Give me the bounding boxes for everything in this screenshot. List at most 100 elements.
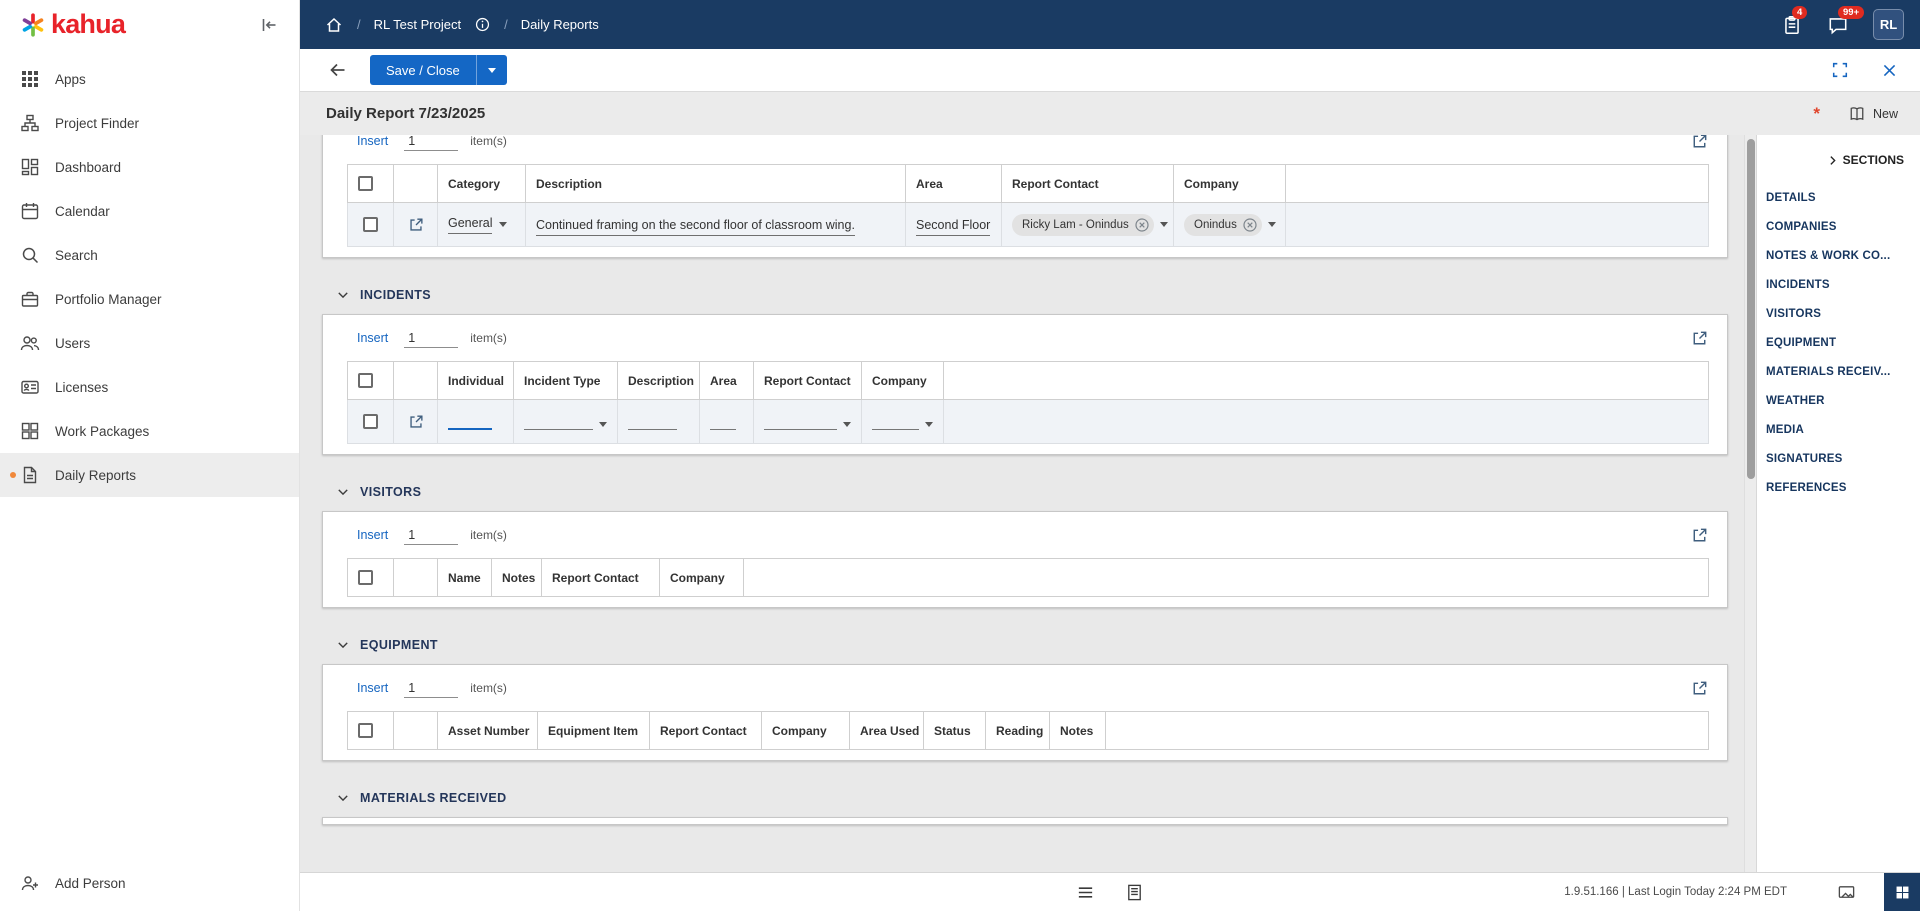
chevron-down-icon[interactable] <box>1268 222 1276 227</box>
messages-button[interactable]: 99+ <box>1827 14 1849 36</box>
close-record-button[interactable] <box>1879 60 1900 81</box>
chevron-down-icon <box>336 288 350 302</box>
project-info-button[interactable] <box>474 16 491 33</box>
incidents-open-grid-button[interactable] <box>1688 327 1711 350</box>
row-checkbox[interactable] <box>363 414 378 429</box>
save-options-dropdown[interactable] <box>477 55 507 85</box>
tasks-button[interactable]: 4 <box>1781 14 1803 36</box>
sections-panel-toggle[interactable]: SECTIONS <box>1766 147 1910 183</box>
section-header-incidents[interactable]: INCIDENTS <box>336 288 1744 302</box>
section-link-materials-received[interactable]: MATERIALS RECEIV... <box>1766 357 1910 386</box>
visitors-insert-link[interactable]: Insert <box>357 528 388 542</box>
new-record-button[interactable]: New <box>1848 105 1898 123</box>
breadcrumb-project[interactable]: RL Test Project <box>374 17 461 32</box>
sidebar-item-daily-reports[interactable]: Daily Reports <box>0 453 299 497</box>
new-record-icon <box>1848 105 1866 123</box>
breadcrumb-section[interactable]: Daily Reports <box>521 17 599 32</box>
description-field[interactable] <box>628 414 677 430</box>
section-link-signatures[interactable]: SIGNATURES <box>1766 444 1910 473</box>
sidebar-item-licenses[interactable]: Licenses <box>0 365 299 409</box>
detail-view-button[interactable] <box>1123 881 1146 904</box>
equipment-insert-count-input[interactable] <box>404 679 458 698</box>
sidebar-item-users[interactable]: Users <box>0 321 299 365</box>
equipment-header-row: Asset Number Equipment Item Report Conta… <box>348 712 1709 750</box>
notes-insert-link[interactable]: Insert <box>357 135 388 148</box>
sidebar-item-project-finder[interactable]: Project Finder <box>0 101 299 145</box>
select-all-checkbox[interactable] <box>358 176 373 191</box>
expand-fullscreen-button[interactable] <box>1829 59 1851 81</box>
report-contact-chip[interactable]: Ricky Lam - Onindus <box>1012 214 1154 236</box>
chip-remove-icon[interactable] <box>1243 218 1257 232</box>
add-person-button[interactable]: Add Person <box>0 861 299 905</box>
visitors-open-grid-button[interactable] <box>1688 524 1711 547</box>
column-header-category: Category <box>438 165 526 203</box>
visitors-insert-count-input[interactable] <box>404 526 458 545</box>
report-contact-field[interactable] <box>764 414 837 430</box>
sidebar-item-work-packages[interactable]: Work Packages <box>0 409 299 453</box>
area-field[interactable] <box>710 414 736 430</box>
notes-open-grid-button[interactable] <box>1688 135 1711 153</box>
description-field[interactable]: Continued framing on the second floor of… <box>536 218 855 236</box>
section-link-incidents[interactable]: INCIDENTS <box>1766 270 1910 299</box>
save-close-button[interactable]: Save / Close <box>370 55 507 85</box>
vertical-scrollbar[interactable] <box>1744 135 1756 872</box>
user-avatar[interactable]: RL <box>1873 9 1904 40</box>
windows-logo-icon <box>1894 884 1911 901</box>
screenshot-button[interactable] <box>1837 883 1856 902</box>
sidebar-item-dashboard[interactable]: Dashboard <box>0 145 299 189</box>
equipment-open-grid-button[interactable] <box>1688 677 1711 700</box>
company-chip[interactable]: Onindus <box>1184 214 1262 236</box>
equipment-insert-link[interactable]: Insert <box>357 681 388 695</box>
row-checkbox[interactable] <box>363 217 378 232</box>
incidents-insert-count-input[interactable] <box>404 329 458 348</box>
individual-field[interactable] <box>448 414 492 430</box>
section-link-details[interactable]: DETAILS <box>1766 183 1910 212</box>
open-row-icon[interactable] <box>407 413 425 431</box>
chevron-down-icon[interactable] <box>1160 222 1168 227</box>
sidebar-item-portfolio-manager[interactable]: Portfolio Manager <box>0 277 299 321</box>
section-link-weather[interactable]: WEATHER <box>1766 386 1910 415</box>
sidebar-item-apps[interactable]: Apps <box>0 57 299 101</box>
category-field[interactable]: General <box>448 216 492 234</box>
left-sidebar: kahua Apps Project Finder Dashboard Cale… <box>0 0 300 911</box>
area-field[interactable]: Second Floor <box>916 218 990 236</box>
sidebar-item-search[interactable]: Search <box>0 233 299 277</box>
open-row-icon[interactable] <box>407 216 425 234</box>
select-all-checkbox[interactable] <box>358 373 373 388</box>
select-all-checkbox[interactable] <box>358 723 373 738</box>
incidents-insert-link[interactable]: Insert <box>357 331 388 345</box>
notes-insert-count-input[interactable] <box>404 135 458 151</box>
chevron-down-icon[interactable] <box>925 422 933 427</box>
windows-taskbar-button[interactable] <box>1884 873 1920 911</box>
section-link-equipment[interactable]: EQUIPMENT <box>1766 328 1910 357</box>
column-header-status: Status <box>924 712 986 750</box>
new-record-label: New <box>1873 107 1898 121</box>
content-area: Insert item(s) Category Description Area <box>300 135 1920 872</box>
section-header-materials-received[interactable]: MATERIALS RECEIVED <box>336 791 1744 805</box>
incident-type-field[interactable] <box>524 414 593 430</box>
section-header-visitors[interactable]: VISITORS <box>336 485 1744 499</box>
section-link-references[interactable]: REFERENCES <box>1766 473 1910 502</box>
save-close-label[interactable]: Save / Close <box>370 55 476 85</box>
section-link-media[interactable]: MEDIA <box>1766 415 1910 444</box>
chevron-down-icon[interactable] <box>599 422 607 427</box>
section-title: INCIDENTS <box>360 288 431 302</box>
column-header <box>394 712 438 750</box>
section-link-visitors[interactable]: VISITORS <box>1766 299 1910 328</box>
home-button[interactable] <box>324 15 344 35</box>
company-field[interactable] <box>872 414 919 430</box>
section-title: VISITORS <box>360 485 421 499</box>
sidebar-collapse-button[interactable] <box>255 11 283 39</box>
sidebar-item-calendar[interactable]: Calendar <box>0 189 299 233</box>
select-all-checkbox[interactable] <box>358 570 373 585</box>
back-button[interactable] <box>326 58 350 82</box>
chevron-down-icon[interactable] <box>499 222 507 227</box>
section-header-equipment[interactable]: EQUIPMENT <box>336 638 1744 652</box>
scrollable-form: Insert item(s) Category Description Area <box>300 135 1744 872</box>
section-link-companies[interactable]: COMPANIES <box>1766 212 1910 241</box>
log-view-button[interactable] <box>1074 881 1097 904</box>
chip-remove-icon[interactable] <box>1135 218 1149 232</box>
chevron-down-icon[interactable] <box>843 422 851 427</box>
scrollbar-thumb[interactable] <box>1747 139 1755 479</box>
section-link-notes-work-completed[interactable]: NOTES & WORK CO... <box>1766 241 1910 270</box>
